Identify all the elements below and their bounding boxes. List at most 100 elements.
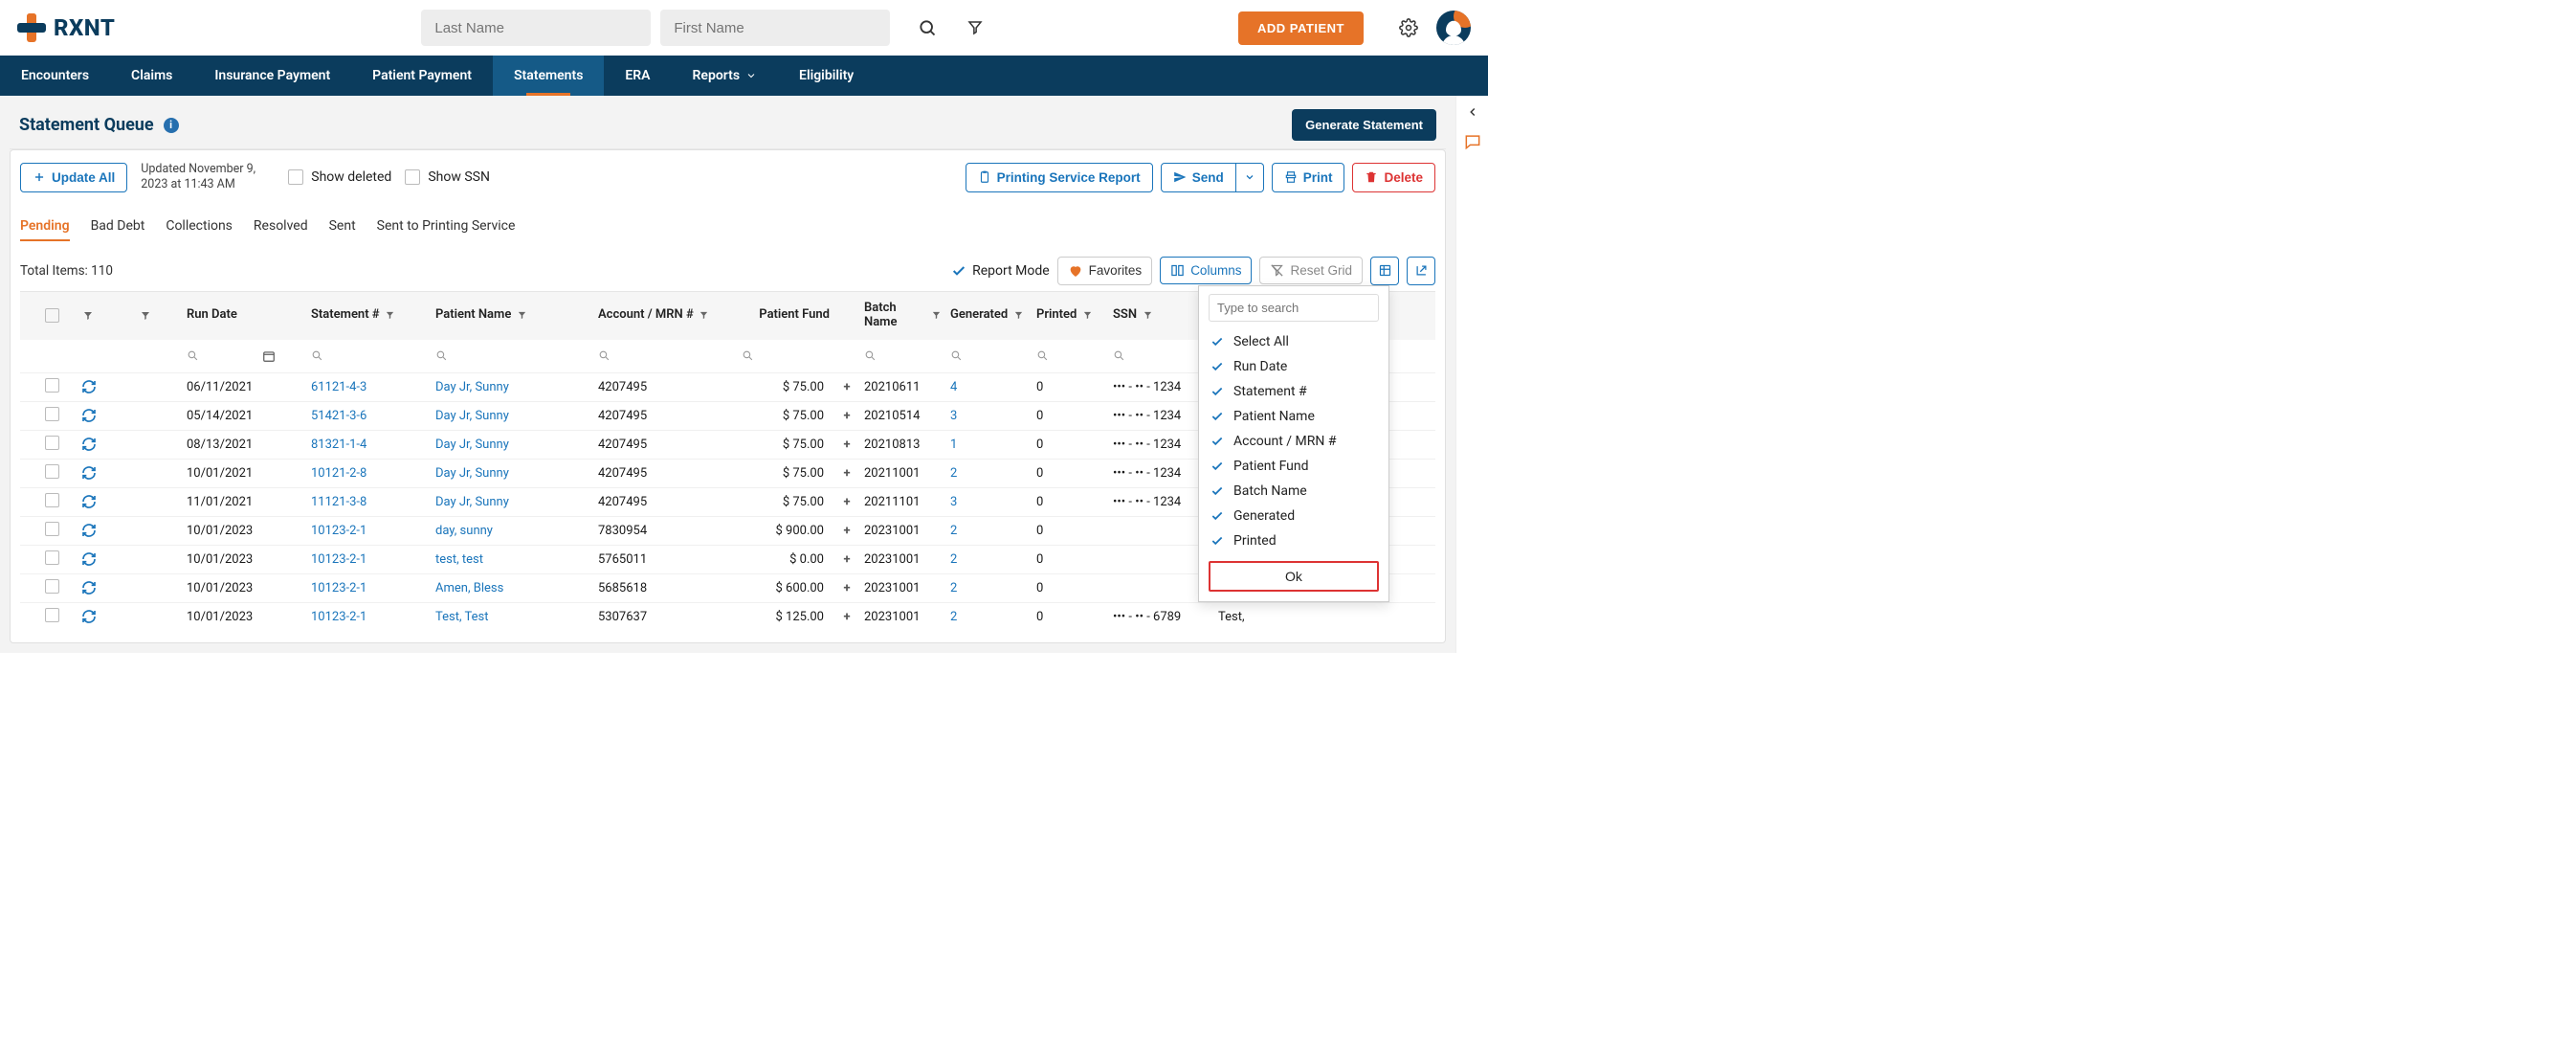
filter-icon[interactable] [965,17,986,38]
reset-grid-button[interactable]: Reset Grid [1259,257,1363,284]
columns-search-input[interactable] [1209,294,1379,322]
send-dropdown-button[interactable] [1236,163,1264,192]
subtab-sent-printing[interactable]: Sent to Printing Service [377,218,516,241]
refresh-row-icon[interactable] [81,465,131,481]
subtab-sent[interactable]: Sent [329,218,356,241]
nav-eligibility[interactable]: Eligibility [778,56,875,96]
columns-dropdown-item[interactable]: Batch Name [1199,479,1388,504]
cell-generated[interactable]: 3 [946,495,1033,509]
expand-row-button[interactable]: + [833,610,860,624]
refresh-row-icon[interactable] [81,523,131,538]
columns-dropdown-item[interactable]: Generated [1199,504,1388,528]
refresh-row-icon[interactable] [81,609,131,624]
columns-dropdown-item[interactable]: Account / MRN # [1199,429,1388,454]
settings-gear-icon[interactable] [1398,17,1419,38]
header-statement-no[interactable]: Statement # [307,304,432,326]
filter-run-date[interactable] [183,349,307,363]
cell-generated[interactable]: 1 [946,438,1033,452]
search-icon[interactable] [917,17,938,38]
refresh-row-icon[interactable] [81,551,131,567]
cell-generated[interactable]: 4 [946,380,1033,394]
header-account[interactable]: Account / MRN # [594,304,738,326]
columns-dropdown-item[interactable]: Run Date [1199,354,1388,379]
chat-button[interactable] [1463,132,1482,151]
cell-statement-link[interactable]: 61121-4-3 [307,380,432,394]
columns-ok-button[interactable]: Ok [1209,561,1379,592]
logo[interactable]: RXNT [17,13,115,42]
filter-fund[interactable] [738,349,833,362]
cell-patient-link[interactable]: test, test [432,552,594,567]
generate-statement-button[interactable]: Generate Statement [1292,109,1436,141]
columns-dropdown-item[interactable]: Patient Fund [1199,454,1388,479]
cell-patient-link[interactable]: Day Jr, Sunny [432,495,594,509]
cell-statement-link[interactable]: 10123-2-1 [307,610,432,624]
export-button[interactable] [1407,257,1435,285]
subtab-resolved[interactable]: Resolved [254,218,308,241]
expand-row-button[interactable]: + [833,438,860,452]
expand-row-button[interactable]: + [833,409,860,423]
header-run-date[interactable]: Run Date [183,304,307,326]
last-name-input[interactable] [421,10,651,46]
cell-patient-link[interactable]: Day Jr, Sunny [432,380,594,394]
header-patient-name[interactable]: Patient Name [432,304,594,326]
row-checkbox[interactable] [45,464,59,479]
filter-col-icon[interactable] [81,309,95,323]
nav-reports[interactable]: Reports [672,56,779,96]
cell-patient-link[interactable]: Day Jr, Sunny [432,466,594,481]
nav-statements[interactable]: Statements [493,56,604,96]
report-mode-checkbox[interactable]: Report Mode [951,263,1050,279]
filter-statement[interactable] [307,349,432,362]
row-checkbox[interactable] [45,608,59,622]
cell-generated[interactable]: 2 [946,552,1033,567]
add-patient-button[interactable]: ADD PATIENT [1238,11,1364,45]
row-checkbox[interactable] [45,493,59,507]
row-checkbox[interactable] [45,378,59,393]
update-all-button[interactable]: Update All [20,163,127,192]
favorites-button[interactable]: Favorites [1057,257,1153,285]
row-checkbox[interactable] [45,550,59,565]
cell-statement-link[interactable]: 10123-2-1 [307,524,432,538]
header-patient-fund[interactable]: Patient Fund [738,304,833,326]
nav-encounters[interactable]: Encounters [0,56,110,96]
columns-dropdown-item[interactable]: Patient Name [1199,404,1388,429]
cell-generated[interactable]: 2 [946,466,1033,481]
collapse-rail-button[interactable] [1466,105,1479,119]
cell-statement-link[interactable]: 10121-2-8 [307,466,432,481]
row-checkbox[interactable] [45,407,59,421]
row-checkbox[interactable] [45,522,59,536]
select-all-checkbox[interactable] [45,308,59,323]
cell-generated[interactable]: 2 [946,581,1033,595]
first-name-input[interactable] [660,10,890,46]
cell-statement-link[interactable]: 11121-3-8 [307,495,432,509]
expand-row-button[interactable]: + [833,524,860,538]
columns-dropdown-item[interactable]: Select All [1199,329,1388,354]
filter-printed[interactable] [1033,349,1109,362]
row-checkbox[interactable] [45,436,59,450]
cell-statement-link[interactable]: 10123-2-1 [307,552,432,567]
cell-patient-link[interactable]: Day Jr, Sunny [432,409,594,423]
header-printed[interactable]: Printed [1033,304,1109,326]
filter-generated[interactable] [946,349,1033,362]
filter-batch[interactable] [860,349,946,362]
info-icon[interactable]: i [164,118,179,133]
header-batch-name[interactable]: Batch Name [860,298,946,334]
cell-patient-link[interactable]: Day Jr, Sunny [432,438,594,452]
delete-button[interactable]: Delete [1352,163,1435,192]
refresh-row-icon[interactable] [81,408,131,423]
expand-row-button[interactable]: + [833,552,860,567]
cell-patient-link[interactable]: day, sunny [432,524,594,538]
cell-statement-link[interactable]: 51421-3-6 [307,409,432,423]
cell-patient-link[interactable]: Test, Test [432,610,594,624]
row-checkbox[interactable] [45,579,59,594]
nav-patient-payment[interactable]: Patient Payment [351,56,493,96]
send-button[interactable]: Send [1161,163,1236,192]
expand-row-button[interactable]: + [833,495,860,509]
filter-account[interactable] [594,349,738,362]
print-button[interactable]: Print [1272,163,1345,192]
columns-dropdown-item[interactable]: Printed [1199,528,1388,553]
columns-button[interactable]: Columns [1160,257,1252,284]
cell-generated[interactable]: 3 [946,409,1033,423]
cell-statement-link[interactable]: 81321-1-4 [307,438,432,452]
subtab-collections[interactable]: Collections [166,218,233,241]
header-generated[interactable]: Generated [946,304,1033,326]
